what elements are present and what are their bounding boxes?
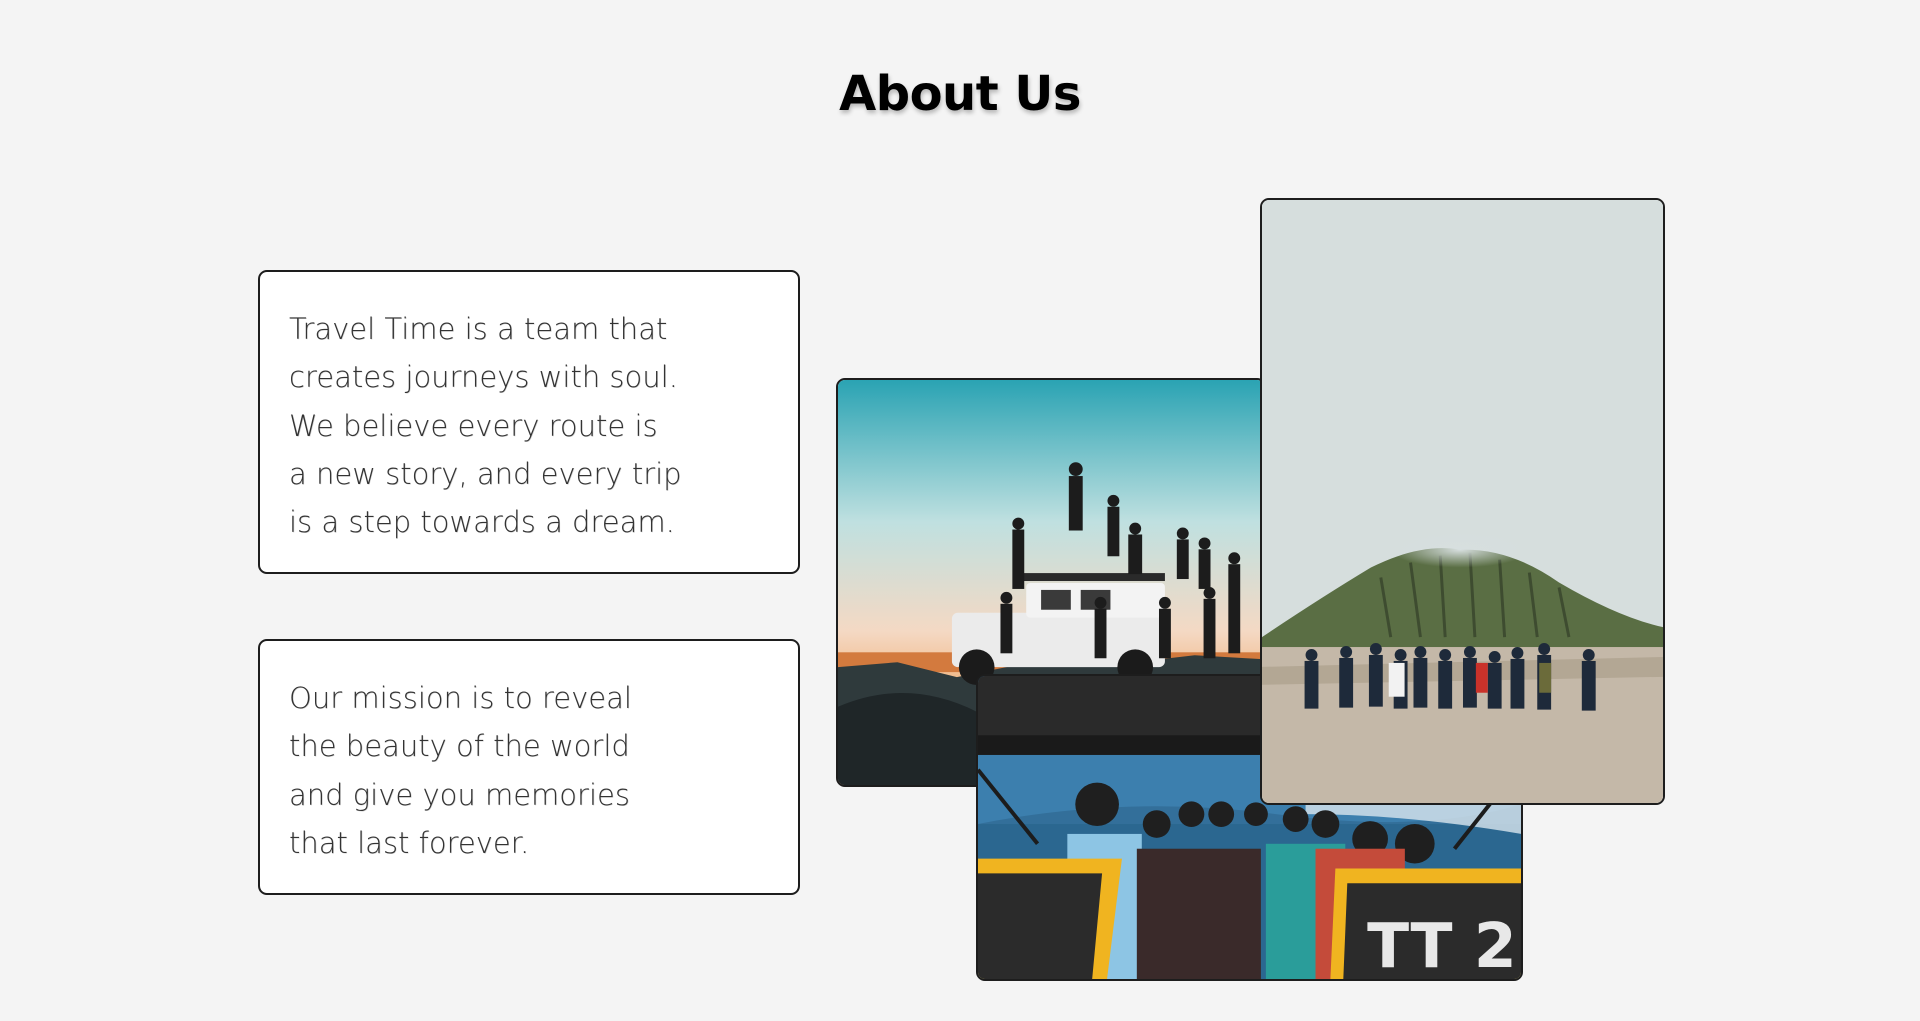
mission-text: Our mission is to reveal the beauty of t… [289, 681, 632, 860]
page-title: About Us [839, 66, 1081, 122]
mountain-photo [1260, 198, 1665, 805]
mission-card: Our mission is to reveal the beauty of t… [258, 639, 800, 895]
boat-marking: TT 22 [1367, 911, 1521, 979]
about-team-text: Travel Time is a team that creates journ… [289, 312, 682, 540]
about-team-card: Travel Time is a team that creates journ… [258, 270, 800, 574]
